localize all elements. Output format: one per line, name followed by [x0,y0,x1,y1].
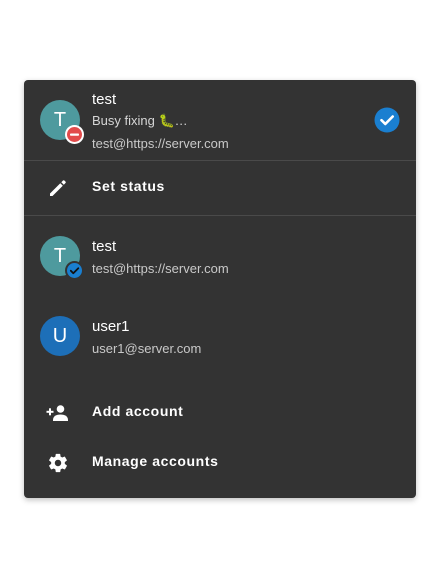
account-name: test [92,238,117,255]
pencil-icon [46,176,70,200]
avatar-initial: T [53,245,67,267]
divider [24,160,416,161]
account-item-user1[interactable]: U user1 user1@server.com [24,306,416,366]
avatar-initial: U [52,325,68,347]
divider [24,215,416,216]
account-address: user1@server.com [92,341,202,356]
account-name: user1 [92,318,130,335]
account-avatar: T [40,236,84,280]
account-item-test[interactable]: T test test@https://server.com [24,226,416,286]
account-address: test@https://server.com [92,261,229,276]
avatar-initial: T [53,109,67,131]
add-account-label: Add account [92,403,184,419]
set-status-label: Set status [92,178,165,194]
manage-accounts-label: Manage accounts [92,453,219,469]
add-person-icon [46,401,70,425]
current-account-avatar: T [40,100,84,144]
account-avatar: U [40,316,80,356]
current-account-name: test [92,91,117,108]
current-account-address: test@https://server.com [92,136,229,151]
gear-icon [46,451,70,475]
manage-accounts-button[interactable]: Manage accounts [24,439,416,483]
add-account-button[interactable]: Add account [24,389,416,433]
do-not-disturb-icon [65,125,84,144]
current-account[interactable]: T test Busy fixing 🐛… test@https://serve… [24,80,416,160]
account-switcher-dialog: T test Busy fixing 🐛… test@https://serve… [24,80,416,498]
current-status-message: Busy fixing 🐛… [92,113,188,128]
check-circle-icon [374,107,400,133]
set-status-button[interactable]: Set status [24,164,416,208]
check-circle-icon [65,261,84,280]
